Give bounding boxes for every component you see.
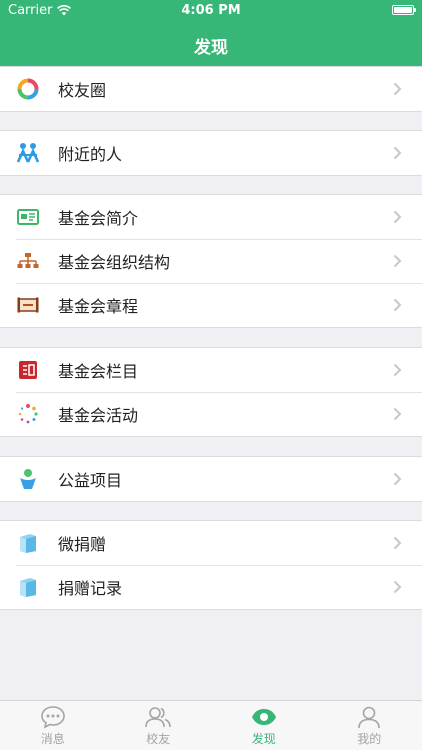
charter-scroll-icon	[16, 293, 40, 317]
list-item-label: 基金会组织结构	[58, 253, 171, 272]
donate-box-icon	[16, 531, 40, 555]
group-foundation-info: 基金会简介 基金会组织结构 基金会章程	[0, 194, 422, 328]
list-item-label: 捐赠记录	[58, 579, 123, 598]
tab-bar: 消息 校友 发现 我的	[0, 700, 422, 750]
tab-label: 我的	[357, 732, 382, 746]
clock: 4:06 PM	[181, 3, 241, 18]
tab-label: 发现	[251, 732, 276, 746]
list-item-nearby-people[interactable]: 附近的人	[0, 131, 422, 175]
chevron-right-icon	[386, 580, 408, 594]
group-friends-circle: 校友圈	[0, 66, 422, 112]
chevron-right-icon	[386, 472, 408, 486]
chevron-right-icon	[386, 536, 408, 550]
list-item-donation-record[interactable]: 捐赠记录	[0, 565, 422, 609]
list-item-foundation-org-structure[interactable]: 基金会组织结构	[0, 239, 422, 283]
chevron-right-icon	[386, 254, 408, 268]
chevron-right-icon	[386, 82, 408, 96]
list-item-charity-projects[interactable]: 公益项目	[0, 457, 422, 501]
list-item-label: 公益项目	[58, 471, 123, 490]
tab-label: 校友	[146, 732, 171, 746]
column-book-icon	[16, 358, 40, 382]
list-item-foundation-activity[interactable]: 基金会活动	[0, 392, 422, 436]
profile-icon	[355, 704, 383, 730]
page-title: 发现	[194, 38, 228, 58]
friends-circle-icon	[16, 77, 40, 101]
list-item-label: 附近的人	[58, 145, 123, 164]
chevron-right-icon	[386, 146, 408, 160]
list-item-label: 基金会活动	[58, 406, 139, 425]
list-item-foundation-charter[interactable]: 基金会章程	[0, 283, 422, 327]
battery-icon	[392, 5, 416, 15]
list-item-label: 微捐赠	[58, 535, 107, 554]
group-donation: 微捐赠 捐赠记录	[0, 520, 422, 610]
group-nearby: 附近的人	[0, 130, 422, 176]
tab-label: 消息	[40, 732, 65, 746]
activity-dots-icon	[16, 402, 40, 426]
message-bubble-icon	[39, 704, 67, 730]
chevron-right-icon	[386, 298, 408, 312]
nearby-people-icon	[16, 141, 40, 165]
org-structure-icon	[16, 249, 40, 273]
tab-profile[interactable]: 我的	[317, 701, 422, 750]
chevron-right-icon	[386, 210, 408, 224]
list-item-label: 校友圈	[58, 81, 107, 100]
tab-alumni[interactable]: 校友	[106, 701, 212, 750]
donation-record-icon	[16, 575, 40, 599]
discover-eye-icon	[250, 704, 278, 730]
status-bar: Carrier 4:06 PM	[0, 0, 422, 22]
charity-person-icon	[16, 467, 40, 491]
tab-messages[interactable]: 消息	[0, 701, 106, 750]
chevron-right-icon	[386, 407, 408, 421]
list-item-friends-circle[interactable]: 校友圈	[0, 67, 422, 111]
intro-card-icon	[16, 205, 40, 229]
group-charity: 公益项目	[0, 456, 422, 502]
list-item-foundation-column[interactable]: 基金会栏目	[0, 348, 422, 392]
list-item-micro-donation[interactable]: 微捐赠	[0, 521, 422, 565]
alumni-icon	[144, 704, 172, 730]
navigation-header: Carrier 4:06 PM 发现	[0, 0, 422, 66]
list-item-label: 基金会栏目	[58, 362, 139, 381]
tab-discover[interactable]: 发现	[211, 701, 317, 750]
list-item-label: 基金会章程	[58, 297, 139, 316]
list-item-foundation-intro[interactable]: 基金会简介	[0, 195, 422, 239]
list-item-label: 基金会简介	[58, 209, 139, 228]
chevron-right-icon	[386, 363, 408, 377]
group-foundation-content: 基金会栏目 基金会活动	[0, 347, 422, 437]
